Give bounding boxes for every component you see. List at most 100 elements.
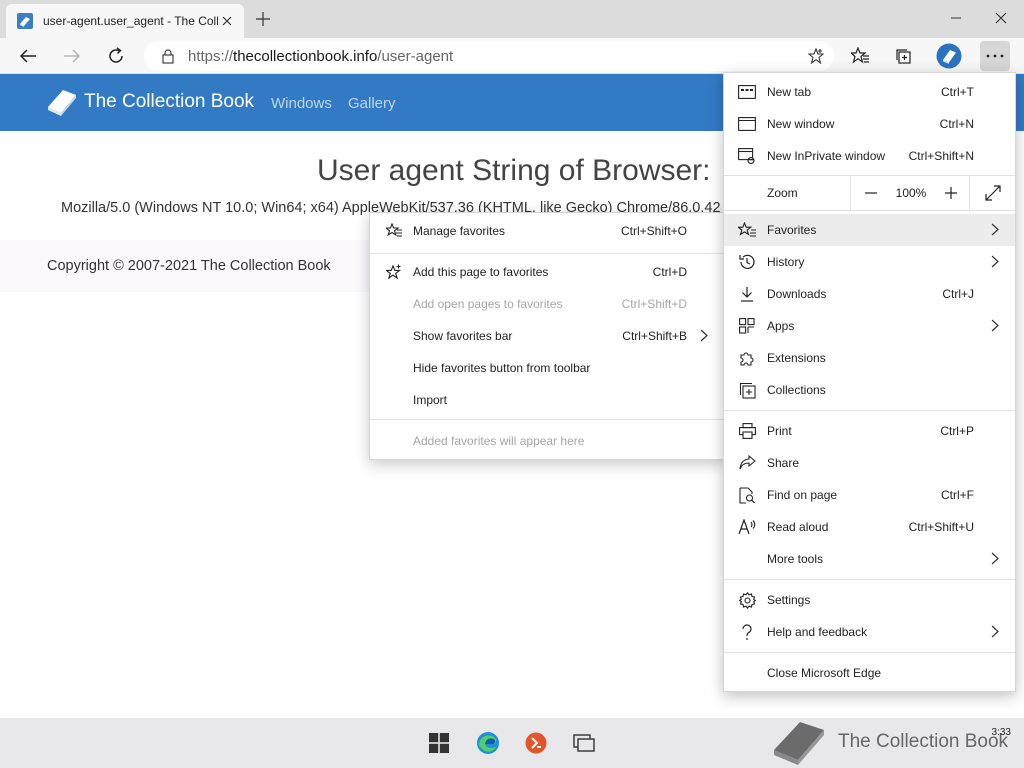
tab-close-icon[interactable] <box>218 12 236 30</box>
find-page-icon <box>738 486 756 504</box>
settings-more-icon[interactable] <box>980 41 1010 71</box>
menu-label: Apps <box>767 319 795 333</box>
menu-item-extensions[interactable]: Extensions <box>724 342 1015 374</box>
menu-shortcut: Ctrl+Shift+O <box>620 224 687 238</box>
menu-shortcut: Ctrl+T <box>941 85 974 99</box>
zoom-row: Zoom 100% <box>724 176 1015 210</box>
menu-label: Collections <box>767 383 826 397</box>
back-arrow-icon[interactable] <box>13 41 43 71</box>
zoom-in-plus-icon[interactable] <box>931 176 971 210</box>
new-tab-icon <box>738 83 756 101</box>
menu-label: Settings <box>767 593 811 607</box>
fullscreen-expand-icon[interactable] <box>969 176 1015 210</box>
browser-tab[interactable]: user-agent.user_agent - The Collection B… <box>6 4 244 38</box>
edge-browser-icon[interactable] <box>473 728 503 758</box>
menu-label: Import <box>413 393 448 407</box>
zoom-out-minus-icon[interactable] <box>851 176 891 210</box>
chevron-right-icon <box>991 223 999 236</box>
lock-icon[interactable] <box>153 48 183 64</box>
menu-item-read-aloud[interactable]: Read aloud Ctrl+Shift+U <box>724 511 1015 543</box>
printer-icon <box>738 422 756 440</box>
menu-label: Extensions <box>767 351 826 365</box>
new-tab-plus-icon[interactable] <box>252 8 274 30</box>
favorites-icon[interactable] <box>845 41 875 71</box>
zoom-level: 100% <box>895 186 927 200</box>
refresh-icon[interactable] <box>101 41 131 71</box>
add-favorite-star-icon[interactable] <box>806 46 826 66</box>
close-edge-blank-icon <box>738 664 756 682</box>
favorites-star-list-icon <box>738 221 756 239</box>
chevron-right-icon <box>991 625 999 638</box>
chevron-right-icon <box>991 552 999 565</box>
url-text[interactable]: https://thecollectionbook.info/user-agen… <box>188 48 453 65</box>
menu-label: Read aloud <box>767 520 829 534</box>
menu-label: New window <box>767 117 835 131</box>
add-favorite-star-icon <box>386 264 402 280</box>
menu-item-show-favorites-bar[interactable]: Show favorites bar Ctrl+Shift+B <box>370 320 726 352</box>
menu-shortcut: Ctrl+F <box>941 488 974 502</box>
new-window-icon <box>738 115 756 133</box>
menu-item-settings[interactable]: Settings <box>724 584 1015 616</box>
address-bar[interactable]: https://thecollectionbook.info/user-agen… <box>144 41 834 71</box>
nav-link-windows[interactable]: Windows <box>271 95 332 112</box>
menu-item-new-window[interactable]: New window Ctrl+N <box>724 108 1015 140</box>
menu-item-import[interactable]: Import <box>370 384 726 416</box>
profile-avatar-icon[interactable] <box>934 41 964 71</box>
menu-label: Hide favorites button from toolbar <box>413 361 591 375</box>
window-close-icon[interactable] <box>981 4 1021 32</box>
remote-desktop-icon[interactable] <box>521 728 551 758</box>
task-view-icon[interactable] <box>569 728 599 758</box>
collections-icon[interactable] <box>889 41 919 71</box>
menu-label: History <box>767 255 805 269</box>
tab-title: user-agent.user_agent - The Collection B… <box>43 14 218 28</box>
menu-item-collections[interactable]: Collections <box>724 374 1015 406</box>
menu-label: Added favorites will appear here <box>413 434 585 448</box>
watermark-text: The Collection Book <box>838 731 1009 752</box>
taskbar-clock[interactable]: 3:33 <box>992 727 1011 738</box>
puzzle-piece-icon <box>738 349 756 367</box>
menu-shortcut: Ctrl+J <box>942 287 974 301</box>
menu-item-share[interactable]: Share <box>724 447 1015 479</box>
book-watermark-icon <box>772 718 826 766</box>
menu-label: Add this page to favorites <box>413 265 549 279</box>
menu-item-history[interactable]: History <box>724 246 1015 278</box>
menu-item-help-feedback[interactable]: Help and feedback <box>724 616 1015 648</box>
menu-label: Favorites <box>767 223 817 237</box>
settings-menu: New tab Ctrl+T New window Ctrl+N New InP… <box>723 72 1016 692</box>
menu-item-manage-favorites[interactable]: Manage favorites Ctrl+Shift+O <box>370 215 726 247</box>
menu-item-new-tab[interactable]: New tab Ctrl+T <box>724 76 1015 108</box>
favorites-empty-note: Added favorites will appear here <box>370 425 726 457</box>
menu-item-print[interactable]: Print Ctrl+P <box>724 415 1015 447</box>
menu-label: New tab <box>767 85 812 99</box>
menu-item-more-tools[interactable]: More tools <box>724 543 1015 575</box>
url-scheme: https:// <box>188 47 234 65</box>
more-tools-blank-icon <box>738 550 756 568</box>
menu-item-close-edge[interactable]: Close Microsoft Edge <box>724 657 1015 689</box>
browser-toolbar: https://thecollectionbook.info/user-agen… <box>0 38 1024 74</box>
chevron-right-icon <box>700 329 708 342</box>
menu-item-new-inprivate[interactable]: New InPrivate window Ctrl+Shift+N <box>724 140 1015 172</box>
brand-link[interactable]: The Collection Book <box>46 87 254 117</box>
menu-shortcut: Ctrl+Shift+U <box>908 520 974 534</box>
menu-label: More tools <box>767 552 824 566</box>
collections-icon <box>738 381 756 399</box>
nav-link-gallery[interactable]: Gallery <box>348 95 396 112</box>
menu-item-favorites[interactable]: Favorites <box>724 214 1015 246</box>
windows-start-icon[interactable] <box>424 728 454 758</box>
menu-item-downloads[interactable]: Downloads Ctrl+J <box>724 278 1015 310</box>
menu-label: Show favorites bar <box>413 329 513 343</box>
menu-item-add-page-favorite[interactable]: Add this page to favorites Ctrl+D <box>370 256 726 288</box>
minimize-icon[interactable] <box>936 4 976 32</box>
url-path: /user-agent <box>377 47 454 65</box>
menu-item-hide-favorites-button[interactable]: Hide favorites button from toolbar <box>370 352 726 384</box>
menu-separator <box>724 652 1015 653</box>
menu-shortcut: Ctrl+Shift+B <box>622 329 687 343</box>
menu-item-apps[interactable]: Apps <box>724 310 1015 342</box>
apps-grid-icon <box>738 317 756 335</box>
book-favicon-icon <box>17 13 33 29</box>
menu-item-find-on-page[interactable]: Find on page Ctrl+F <box>724 479 1015 511</box>
copyright-text: Copyright © 2007-2021 The Collection Boo… <box>47 258 331 274</box>
menu-label: Print <box>767 424 792 438</box>
chevron-right-icon <box>991 255 999 268</box>
menu-label: Manage favorites <box>413 224 506 238</box>
